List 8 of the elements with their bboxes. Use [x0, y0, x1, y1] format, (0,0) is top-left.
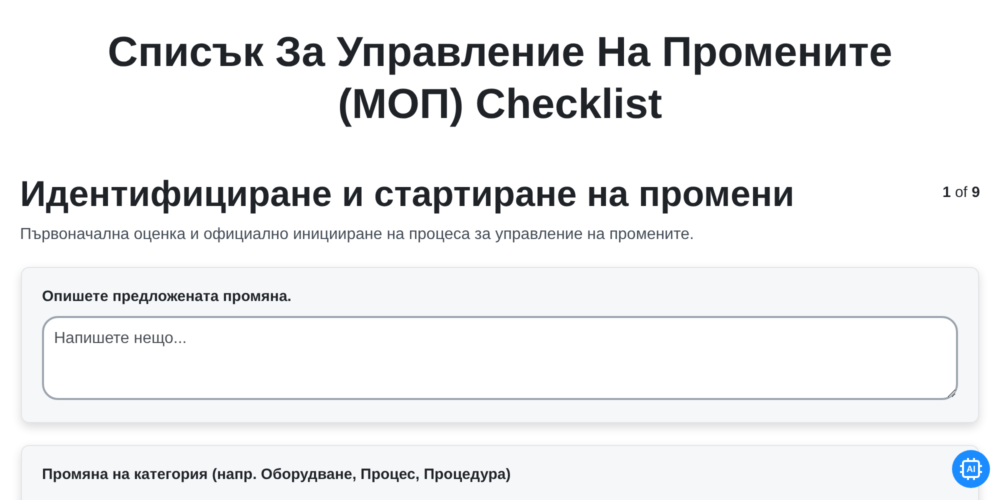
- page-counter: 1 of 9: [942, 184, 980, 201]
- page-title: Списък За Управление На Промените (МОП) Checklist: [106, 27, 894, 129]
- question-label: Промяна на категория (напр. Оборудване, Процес, Процедура): [42, 466, 512, 483]
- chip-icon: [959, 457, 983, 481]
- section-description: Първоначална оценка и официално иницииране на процеса за управление на промените.: [19, 226, 695, 244]
- answer-field[interactable]: Напишете нещо...: [42, 316, 958, 400]
- question-label: Опишете предложената промяна.: [42, 288, 292, 305]
- section-heading: Идентифициране и стартиране на промени: [20, 172, 794, 216]
